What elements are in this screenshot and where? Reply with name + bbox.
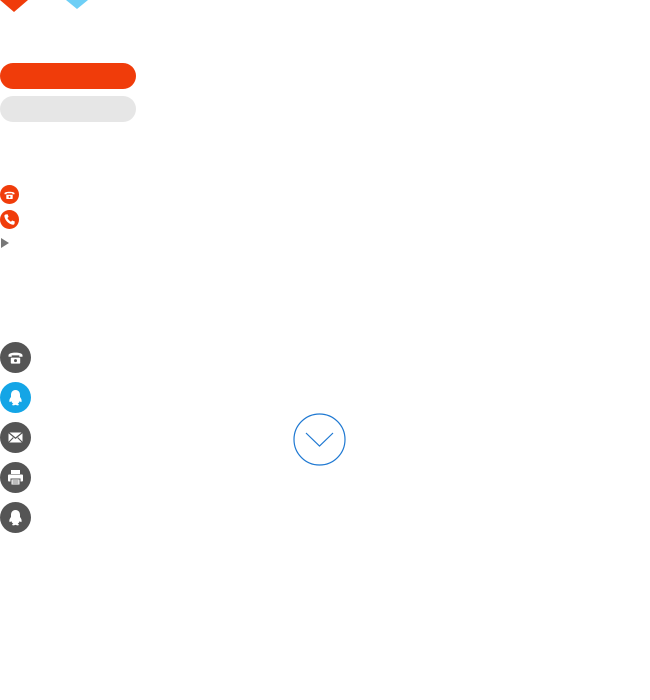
scroll-down-button[interactable] — [293, 413, 346, 466]
phone-handset-icon — [0, 210, 19, 229]
telephone-icon[interactable] — [0, 342, 31, 373]
page — [0, 0, 650, 700]
red-diamond-icon — [0, 0, 28, 12]
play-arrow-icon — [1, 238, 9, 248]
chevron-down-icon — [305, 432, 334, 447]
blue-diamond-icon — [66, 0, 88, 9]
qq-penguin-icon[interactable] — [0, 382, 31, 413]
mail-icon[interactable] — [0, 422, 31, 453]
red-pill-button[interactable] — [0, 63, 136, 89]
gray-pill-button[interactable] — [0, 96, 136, 122]
telephone-icon — [0, 185, 19, 204]
qq-penguin-icon[interactable] — [0, 502, 31, 533]
printer-icon[interactable] — [0, 462, 31, 493]
